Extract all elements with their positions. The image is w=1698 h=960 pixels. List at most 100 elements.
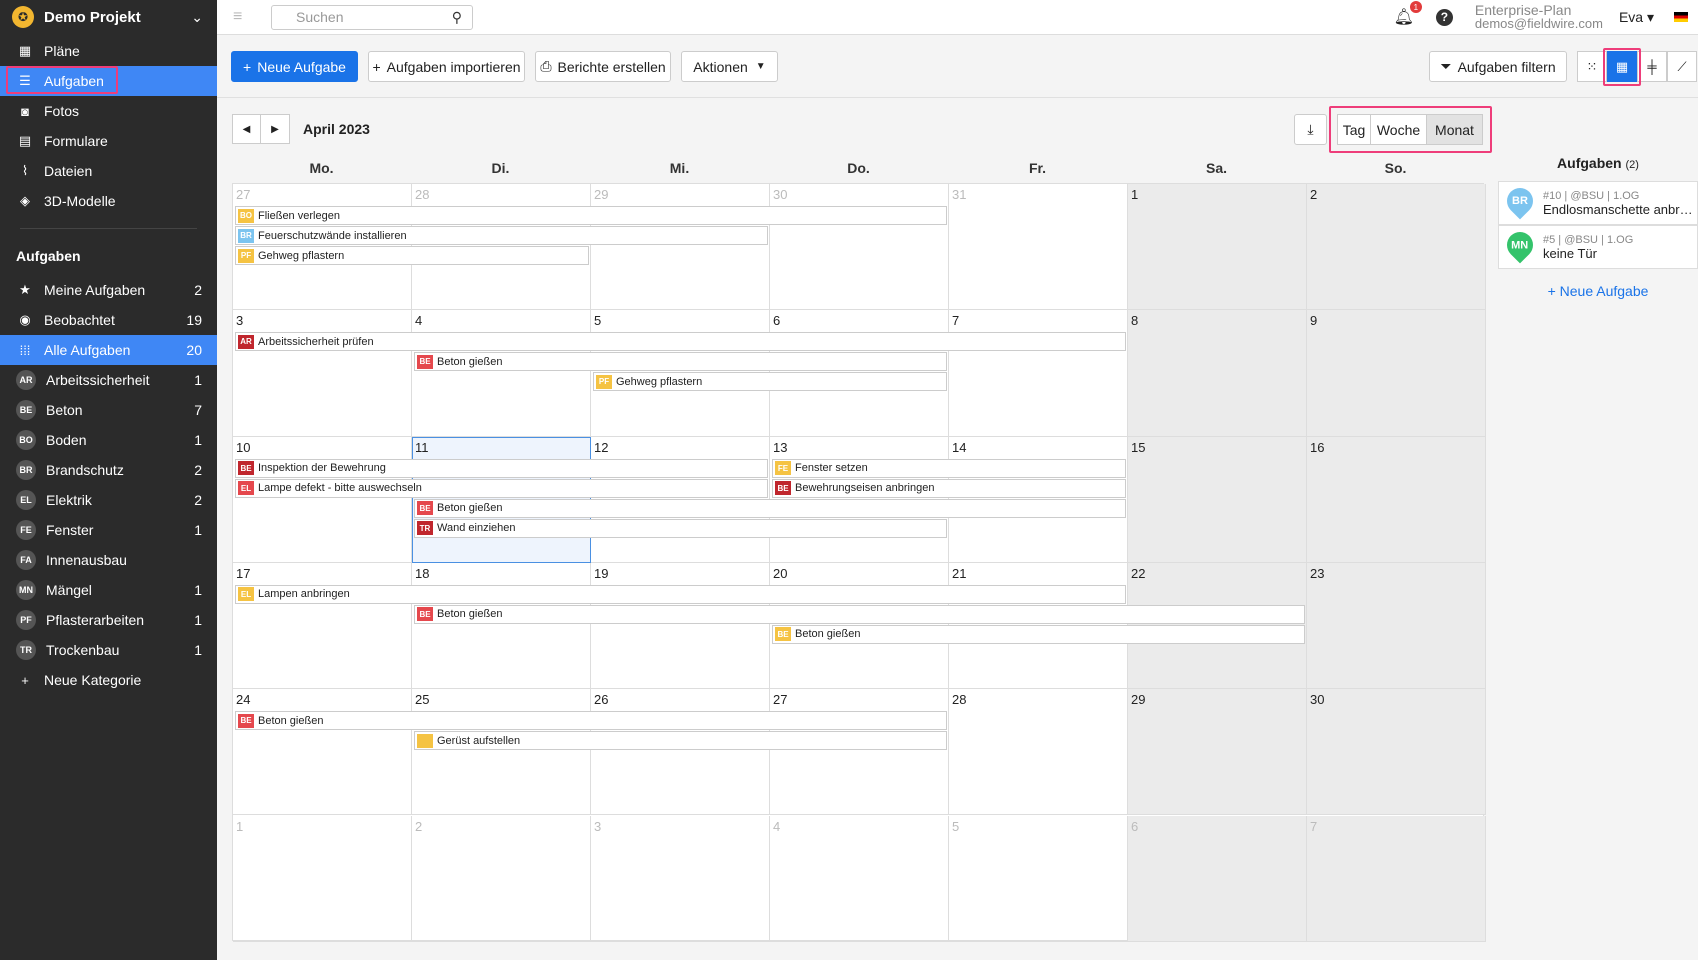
mode-week[interactable]: Woche (1370, 114, 1427, 145)
calendar-event[interactable]: FE Fenster setzen (772, 458, 1126, 478)
day-cell[interactable]: 31 (949, 184, 1128, 311)
side-new-task-link[interactable]: + Neue Aufgabe (1498, 283, 1698, 299)
nav-forms[interactable]: ▤ Formulare (0, 126, 217, 156)
chart-view-button[interactable]: ⟋ (1667, 51, 1697, 82)
category-tr[interactable]: TR Trockenbau 1 (0, 635, 217, 665)
calendar-event[interactable]: AR Arbeitssicherheit prüfen (235, 332, 1126, 352)
paperclip-icon: ⌇ (21, 163, 29, 178)
day-cell[interactable]: 1 (233, 815, 412, 942)
mode-day[interactable]: Tag (1337, 114, 1371, 145)
day-cell[interactable]: 16 (1307, 436, 1486, 563)
day-cell[interactable]: 10 (233, 436, 412, 563)
day-cell[interactable]: 2 (1307, 184, 1486, 311)
grid-view-button[interactable]: ⁙ (1577, 51, 1607, 82)
prev-month-button[interactable]: ◀ (232, 114, 261, 144)
day-cell[interactable]: 29 (1128, 689, 1307, 816)
calendar-event[interactable]: BE Beton gießen (414, 498, 1126, 518)
calendar-event[interactable]: PF Gehweg pflastern (593, 372, 947, 392)
day-number: 6 (773, 313, 781, 329)
calendar-event[interactable]: BE Beton gießen (414, 604, 1305, 624)
nav-tasks[interactable]: ☰ Aufgaben (0, 66, 217, 96)
calendar-event[interactable]: EL Lampen anbringen (235, 584, 1126, 604)
day-cell[interactable]: 5 (949, 815, 1128, 942)
day-cell[interactable]: 15 (1128, 436, 1307, 563)
calendar-event[interactable]: BE Beton gießen (772, 624, 1305, 644)
day-number: 11 (415, 439, 429, 455)
day-cell[interactable]: 29 (591, 184, 770, 311)
calendar-view-button[interactable]: ▦ (1607, 51, 1637, 82)
category-be[interactable]: BE Beton 7 (0, 395, 217, 425)
day-cell[interactable]: 28 (949, 689, 1128, 816)
nav-files[interactable]: ⌇ Dateien (0, 156, 217, 186)
category-br[interactable]: BR Brandschutz 2 (0, 455, 217, 485)
category-fa[interactable]: FA Innenausbau (0, 545, 217, 575)
day-cell[interactable]: 27 (770, 689, 949, 816)
event-title: Beton gießen (437, 355, 503, 368)
day-cell[interactable]: 23 (1307, 562, 1486, 690)
project-selector[interactable]: ✪ Demo Projekt ⌄ (0, 0, 217, 34)
day-cell[interactable]: 7 (1307, 815, 1486, 942)
calendar-event[interactable]: BE Beton gießen (414, 352, 947, 372)
day-cell[interactable]: 3 (233, 310, 412, 437)
filter-all-tasks[interactable]: ⁞⁞⁞ Alle Aufgaben 20 (0, 335, 217, 365)
calendar-event[interactable]: BO Fließen verlegen (235, 206, 947, 225)
notifications-bell-icon[interactable]: 🔔︎ 1 (1394, 1, 1422, 27)
download-button[interactable]: ⤓ (1294, 114, 1327, 145)
day-cell[interactable]: 6 (1128, 815, 1307, 942)
day-cell[interactable]: 30 (770, 184, 949, 311)
calendar-event[interactable]: TR Wand einziehen (414, 518, 947, 538)
user-menu[interactable]: Eva ▾ (1619, 9, 1654, 26)
new-category-button[interactable]: + Neue Kategorie (0, 665, 217, 695)
nav-3d-models[interactable]: ◈ 3D-Modelle (0, 186, 217, 216)
day-cell[interactable]: 1 (1128, 184, 1307, 311)
calendar-icon: ▦ (1615, 58, 1629, 74)
create-reports-button[interactable]: ⎙ Berichte erstellen (535, 51, 671, 82)
actions-dropdown[interactable]: Aktionen ▼ (681, 51, 778, 82)
side-task-card[interactable]: BR #10 | @BSU | 1.OG Endlosmanschette anbr… (1498, 181, 1698, 225)
category-mn[interactable]: MN Mängel 1 (0, 575, 217, 605)
event-title: Fließen verlegen (258, 209, 340, 222)
day-cell[interactable]: 30 (1307, 689, 1486, 816)
day-cell[interactable]: 17 (233, 562, 412, 690)
day-cell[interactable]: 8 (1128, 310, 1307, 437)
help-icon[interactable]: ? (1435, 8, 1453, 26)
category-bo[interactable]: BO Boden 1 (0, 425, 217, 455)
side-task-card[interactable]: MN #5 | @BSU | 1.OG keine Tür (1498, 225, 1698, 269)
category-pf[interactable]: PF Pflasterarbeiten 1 (0, 605, 217, 635)
day-cell[interactable]: 19 (591, 562, 770, 690)
side-task-list: BR #10 | @BSU | 1.OG Endlosmanschette anbr… (1498, 181, 1698, 269)
nav-plans[interactable]: ▦ Pläne (0, 36, 217, 66)
day-cell[interactable]: 4 (770, 815, 949, 942)
day-cell[interactable]: 25 (412, 689, 591, 816)
day-cell[interactable]: 26 (591, 689, 770, 816)
calendar-event[interactable]: BE Inspektion der Bewehrung (235, 458, 768, 478)
day-cell[interactable]: 2 (412, 815, 591, 942)
day-cell[interactable]: 18 (412, 562, 591, 690)
filter-tasks-button[interactable]: ⏷ Aufgaben filtern (1429, 51, 1567, 82)
gantt-view-button[interactable]: ╪ (1637, 51, 1667, 82)
language-flag-icon[interactable] (1674, 12, 1688, 22)
next-month-button[interactable]: ▶ (261, 114, 290, 144)
calendar-event[interactable]: BR Feuerschutzwände installieren (235, 226, 768, 245)
menu-icon[interactable]: ≡ (233, 8, 249, 26)
filter-watched[interactable]: ◉ Beobachtet 19 (0, 305, 217, 335)
category-el[interactable]: EL Elektrik 2 (0, 485, 217, 515)
calendar-event[interactable]: EL Lampe defekt - bitte auswechseln (235, 478, 768, 498)
calendar-event[interactable]: BE Beton gießen (235, 711, 947, 731)
day-cell[interactable]: 24 (233, 689, 412, 816)
category-fe[interactable]: FE Fenster 1 (0, 515, 217, 545)
category-ar[interactable]: AR Arbeitssicherheit 1 (0, 365, 217, 395)
day-cell[interactable]: 7 (949, 310, 1128, 437)
nav-photos[interactable]: ◙ Fotos (0, 96, 217, 126)
new-task-button[interactable]: + Neue Aufgabe (231, 51, 358, 82)
mode-month[interactable]: Monat (1426, 114, 1483, 145)
calendar-event[interactable]: BE Bewehrungseisen anbringen (772, 478, 1126, 498)
search-input[interactable]: Suchen ⚲ (271, 4, 473, 30)
filter-my-tasks[interactable]: ★ Meine Aufgaben 2 (0, 275, 217, 305)
calendar-event[interactable]: Gerüst aufstellen (414, 731, 947, 751)
calendar-event[interactable]: PF Gehweg pflastern (235, 246, 589, 265)
import-tasks-button[interactable]: + Aufgaben importieren (368, 51, 525, 82)
day-cell[interactable]: 4 (412, 310, 591, 437)
day-cell[interactable]: 9 (1307, 310, 1486, 437)
day-cell[interactable]: 3 (591, 815, 770, 942)
